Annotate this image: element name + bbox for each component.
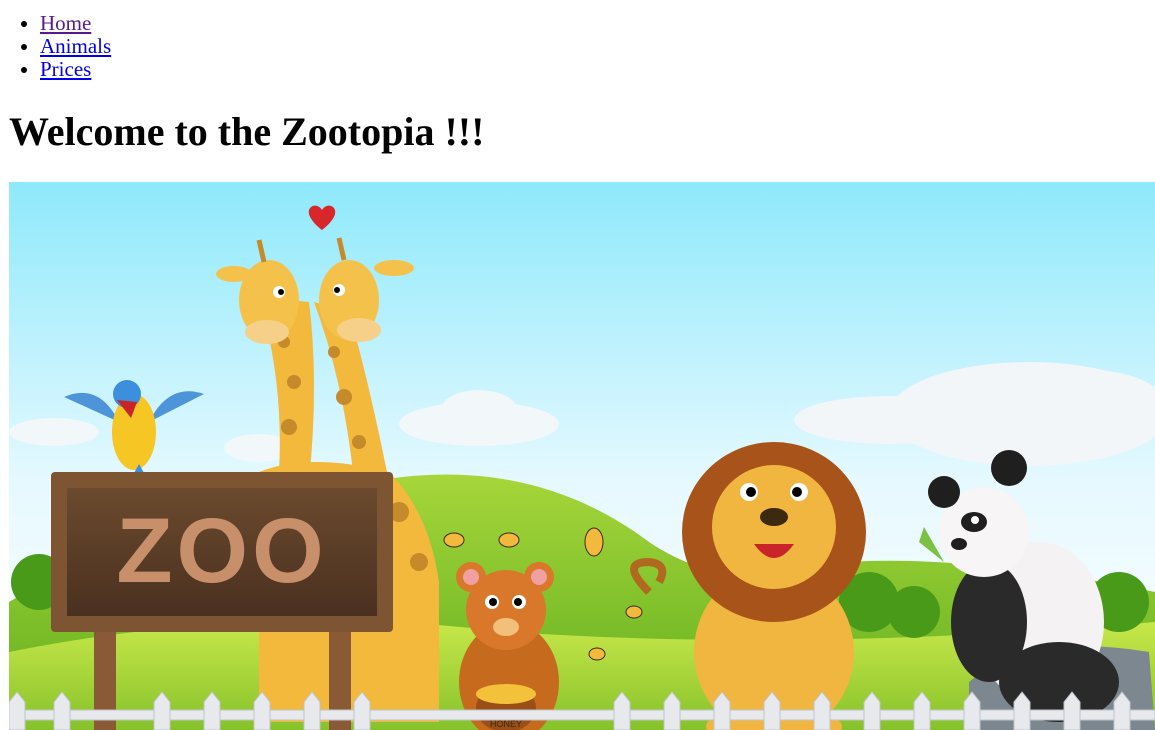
page-title: Welcome to the Zootopia !!! xyxy=(9,109,485,154)
page: Home Animals Prices Welcome to the Zooto… xyxy=(0,0,1155,730)
nav-link-home[interactable]: Home xyxy=(40,11,91,35)
nav-item-animals: Animals xyxy=(40,35,1155,58)
nav-item-home: Home xyxy=(40,12,1155,35)
zoo-sign-text: ZOO xyxy=(116,500,327,602)
nav-item-prices: Prices xyxy=(40,58,1155,81)
zoo-hero-image: ZOO HONEY xyxy=(9,182,1155,730)
nav-list: Home Animals Prices xyxy=(0,0,1155,81)
zoo-illustration: ZOO HONEY xyxy=(9,182,1155,730)
nav-link-animals[interactable]: Animals xyxy=(40,34,111,58)
nav-link-prices[interactable]: Prices xyxy=(40,57,91,81)
bear: HONEY xyxy=(456,562,559,730)
